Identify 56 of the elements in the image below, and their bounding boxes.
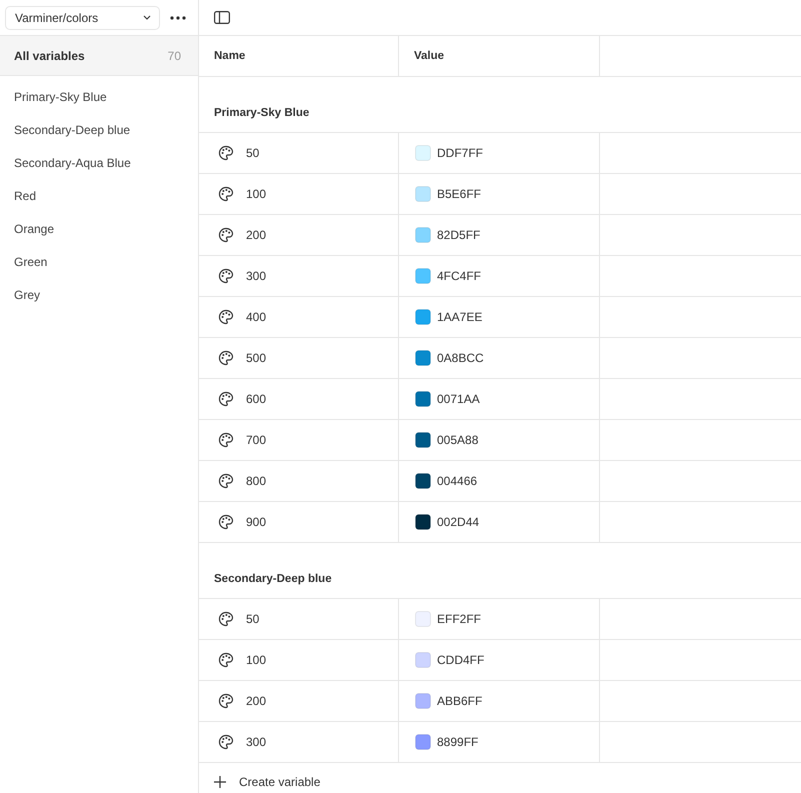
palette-icon [218,611,234,627]
variable-name: 200 [246,694,266,708]
variable-name: 300 [246,735,266,749]
color-value: 004466 [437,474,478,488]
palette-icon [218,734,234,750]
color-value: 82D5FF [437,228,480,242]
variable-name: 600 [246,392,266,406]
more-icon [170,16,186,20]
variable-name: 700 [246,433,266,447]
all-variables-item[interactable]: All variables 70 [0,36,198,76]
column-header: Name [214,50,246,62]
variable-name: 200 [246,228,266,242]
color-value: 8899FF [437,735,478,749]
collection-dropdown[interactable]: Varminer/colors [5,6,160,30]
palette-icon [218,391,234,407]
palette-icon [218,350,234,366]
color-value: 4FC4FF [437,269,482,283]
variable-name: 500 [246,351,266,365]
variable-name: 400 [246,310,266,324]
color-value: DDF7FF [437,146,483,160]
color-value: B5E6FF [437,187,482,201]
palette-icon [218,432,234,448]
palette-icon [218,268,234,284]
color-value: 0A8BCC [437,351,484,365]
variable-name: 300 [246,269,266,283]
variable-name: 50 [246,612,260,626]
palette-icon [218,652,234,668]
sidebar-toggle-icon [214,11,230,24]
all-variables-label: All variables [14,48,85,62]
color-value: ABB6FF [437,694,482,708]
palette-icon [218,309,234,325]
variable-name: 800 [246,474,266,488]
color-value: 0071AA [437,392,480,406]
palette-icon [218,227,234,243]
group-heading: Primary-Sky Blue [214,106,310,121]
variable-name: 100 [246,653,266,667]
plus-icon [214,776,226,788]
palette-icon [218,693,234,709]
more-options-button[interactable] [170,16,186,20]
chevron-down-icon [143,15,151,20]
group-heading: Secondary-Deep blue [214,572,332,587]
variable-name: 50 [246,146,260,160]
palette-icon [218,514,234,530]
variable-name: 900 [246,515,266,529]
color-value: 005A88 [437,433,478,447]
color-value: 1AA7EE [437,310,482,324]
palette-icon [218,186,234,202]
color-value: EFF2FF [437,612,481,626]
variable-name: 100 [246,187,266,201]
palette-icon [218,145,234,161]
variable-count: 70 [168,48,181,62]
column-header: Value [414,50,444,62]
sidebar-toggle-button[interactable] [214,11,230,24]
color-value: CDD4FF [437,653,484,667]
color-value: 002D44 [437,515,480,529]
palette-icon [218,473,234,489]
